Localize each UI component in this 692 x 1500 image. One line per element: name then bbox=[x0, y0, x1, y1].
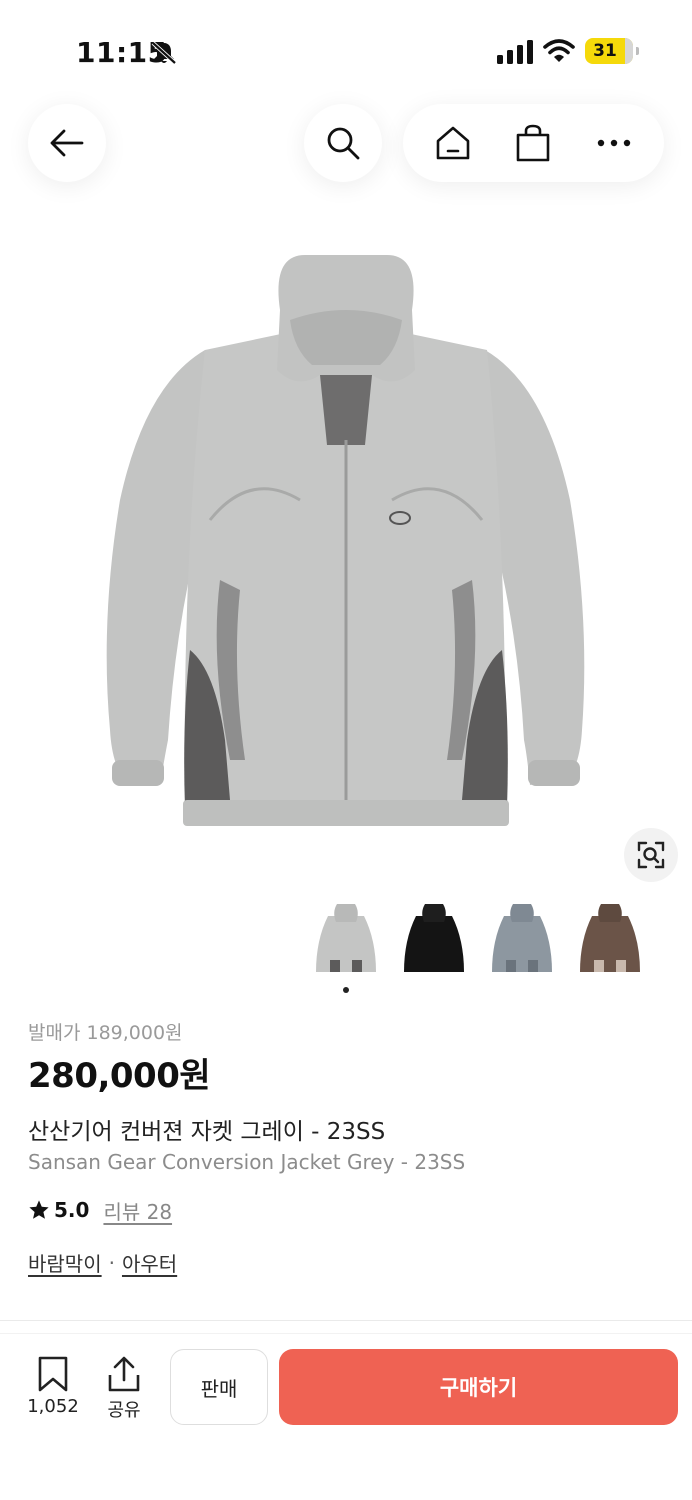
search-button[interactable] bbox=[304, 104, 382, 182]
color-thumbnails bbox=[310, 900, 660, 980]
reviews-link[interactable]: 리뷰 28 bbox=[103, 1196, 172, 1225]
battery-tip bbox=[636, 47, 639, 55]
home-button[interactable] bbox=[423, 113, 483, 173]
bookmark-button[interactable]: 1,052 bbox=[24, 1356, 82, 1422]
category-breadcrumb: 바람막이 · 아우터 bbox=[28, 1248, 177, 1277]
back-button[interactable] bbox=[28, 104, 106, 182]
battery-indicator: 31 bbox=[585, 38, 639, 64]
thumb-color-grey[interactable] bbox=[310, 900, 382, 980]
share-button[interactable]: 공유 bbox=[100, 1356, 148, 1422]
wifi-icon bbox=[543, 39, 575, 62]
release-price: 발매가 189,000원 bbox=[28, 1022, 183, 1044]
bookmark-count: 1,052 bbox=[27, 1396, 79, 1417]
nav-action-group bbox=[403, 104, 664, 182]
share-label: 공유 bbox=[107, 1400, 141, 1421]
shopping-bag-icon bbox=[517, 124, 550, 162]
signal-icon bbox=[497, 40, 533, 64]
thumb-color-black[interactable] bbox=[398, 900, 470, 980]
thumb-color-blue-grey[interactable] bbox=[486, 900, 558, 980]
search-icon bbox=[327, 127, 360, 160]
home-icon bbox=[436, 126, 470, 160]
more-button[interactable] bbox=[584, 113, 644, 173]
product-image[interactable] bbox=[0, 200, 692, 890]
category-separator: · bbox=[108, 1250, 115, 1275]
star-icon bbox=[29, 1200, 49, 1219]
image-search-button[interactable] bbox=[624, 828, 678, 882]
rating-score: 5.0 bbox=[54, 1198, 90, 1222]
lens-scan-icon bbox=[637, 841, 665, 869]
product-name-korean: 산산기어 컨버젼 자켓 그레이 - 23SS bbox=[28, 1119, 386, 1145]
battery-level: 31 bbox=[593, 41, 617, 61]
bell-muted-icon bbox=[151, 41, 177, 65]
divider bbox=[0, 1320, 692, 1321]
category-link-windbreaker[interactable]: 바람막이 bbox=[28, 1248, 102, 1277]
product-name-english: Sansan Gear Conversion Jacket Grey - 23S… bbox=[28, 1150, 466, 1174]
thumb-color-brown[interactable] bbox=[574, 900, 646, 980]
current-price: 280,000원 bbox=[28, 1056, 211, 1096]
category-link-outer[interactable]: 아우터 bbox=[122, 1248, 177, 1277]
bookmark-icon bbox=[38, 1356, 68, 1392]
buy-button[interactable]: 구매하기 bbox=[279, 1349, 678, 1425]
rating-row: 5.0 리뷰 28 bbox=[28, 1196, 172, 1224]
divider bbox=[0, 1333, 692, 1334]
status-bar: 11:15 31 bbox=[0, 0, 692, 100]
carousel-indicator bbox=[343, 987, 349, 993]
cart-button[interactable] bbox=[503, 113, 563, 173]
sell-button[interactable]: 판매 bbox=[170, 1349, 268, 1425]
more-horizontal-icon bbox=[597, 139, 631, 147]
share-icon bbox=[108, 1356, 140, 1392]
arrow-left-icon bbox=[50, 129, 84, 157]
battery-empty bbox=[625, 38, 633, 64]
